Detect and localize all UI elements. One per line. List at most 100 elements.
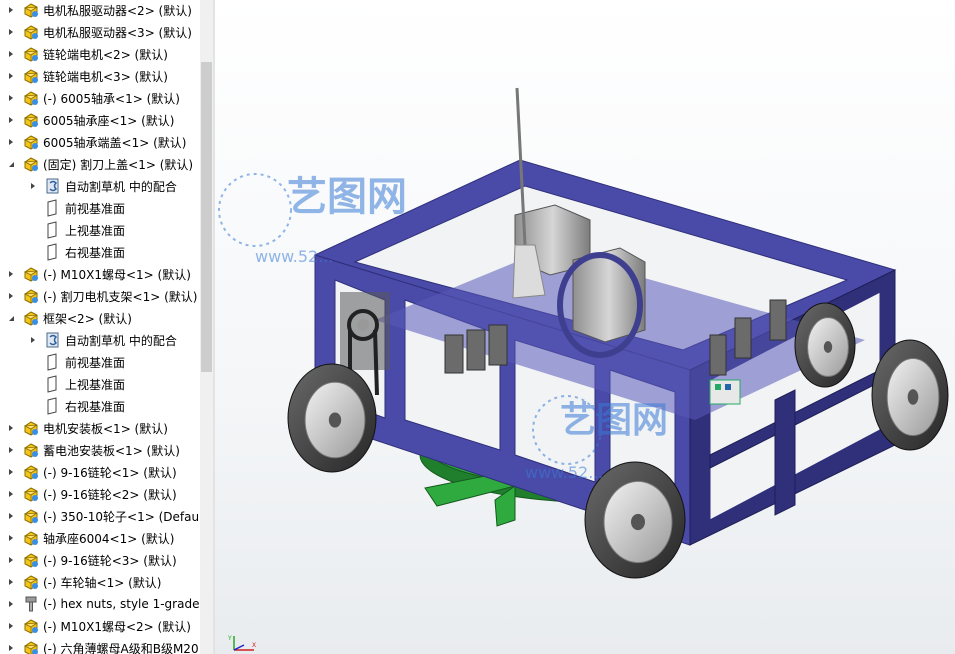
tree-item[interactable]: 6005轴承端盖<1> (默认) xyxy=(0,131,206,153)
chevron-right-icon[interactable] xyxy=(6,93,16,103)
tree-item-label: 蓄电池安装板<1> (默认) xyxy=(43,443,180,458)
chevron-right-icon[interactable] xyxy=(6,137,16,147)
plane-icon xyxy=(44,199,62,217)
tree-item[interactable]: 轴承座6004<1> (默认) xyxy=(0,527,206,549)
tree-item-label: (-) 350-10轮子<1> (Default xyxy=(43,509,206,524)
tree-item[interactable]: (-) 车轮轴<1> (默认) xyxy=(0,571,206,593)
tree-item-label: 电机安装板<1> (默认) xyxy=(43,421,168,436)
tree-item[interactable]: 电机安装板<1> (默认) xyxy=(0,417,206,439)
tree-item-label: 右视基准面 xyxy=(65,245,126,260)
chevron-right-icon[interactable] xyxy=(6,5,16,15)
tree-item[interactable]: (-) 割刀电机支架<1> (默认) xyxy=(0,285,206,307)
chevron-right-icon[interactable] xyxy=(6,445,16,455)
watermark-url: www.52... xyxy=(255,247,334,266)
part-icon xyxy=(22,573,40,591)
tree-item[interactable]: 电机私服驱动器<2> (默认) xyxy=(0,0,206,21)
tree-item[interactable]: (-) 6005轴承<1> (默认) xyxy=(0,87,206,109)
part-icon xyxy=(22,551,40,569)
chevron-right-icon[interactable] xyxy=(6,71,16,81)
tree-item[interactable]: 蓄电池安装板<1> (默认) xyxy=(0,439,206,461)
chevron-right-icon[interactable] xyxy=(6,511,16,521)
tree-item[interactable]: (-) hex nuts, style 1-grade xyxy=(0,593,206,615)
view-triad: Y X xyxy=(228,635,256,651)
chevron-right-icon[interactable] xyxy=(6,533,16,543)
chevron-right-icon[interactable] xyxy=(28,335,38,345)
chevron-right-icon[interactable] xyxy=(6,423,16,433)
chevron-right-icon[interactable] xyxy=(6,269,16,279)
part-icon xyxy=(22,507,40,525)
triad-x-label: X xyxy=(252,642,256,649)
watermark-url-2: www.52... xyxy=(525,463,604,482)
wheel[interactable] xyxy=(287,363,377,473)
watermark-brand: 艺图网 xyxy=(287,174,407,220)
tree-item-label: (-) 车轮轴<1> (默认) xyxy=(43,575,162,590)
chevron-right-icon[interactable] xyxy=(6,467,16,477)
chevron-right-icon[interactable] xyxy=(6,489,16,499)
wheel[interactable] xyxy=(794,302,856,388)
tree-scrollbar-thumb[interactable] xyxy=(201,62,212,372)
tree-item[interactable]: (-) 9-16链轮<3> (默认) xyxy=(0,549,206,571)
tree-item[interactable]: 右视基准面 xyxy=(0,241,213,263)
tree-item-label: (-) 9-16链轮<3> (默认) xyxy=(43,553,177,568)
tree-item[interactable]: 链轮端电机<3> (默认) xyxy=(0,65,206,87)
tree-item[interactable]: 上视基准面 xyxy=(0,373,213,395)
tree-item[interactable]: 自动割草机 中的配合 xyxy=(0,175,213,197)
mates-icon xyxy=(44,177,62,195)
chevron-down-icon[interactable] xyxy=(6,159,16,169)
chevron-right-icon[interactable] xyxy=(6,115,16,125)
wheel[interactable] xyxy=(871,339,949,451)
tree-item-label: 轴承座6004<1> (默认) xyxy=(43,531,175,546)
part-icon xyxy=(22,133,40,151)
part-icon xyxy=(22,23,40,41)
tree-item[interactable]: 自动割草机 中的配合 xyxy=(0,329,213,351)
tree-item[interactable]: 右视基准面 xyxy=(0,395,213,417)
part-icon xyxy=(22,45,40,63)
chevron-down-icon[interactable] xyxy=(6,313,16,323)
tree-item[interactable]: 前视基准面 xyxy=(0,197,213,219)
tree-item-label: 电机私服驱动器<2> (默认) xyxy=(43,3,192,18)
tree-item[interactable]: (-) 9-16链轮<1> (默认) xyxy=(0,461,206,483)
tree-scrollbar[interactable] xyxy=(200,0,213,654)
model-view: 艺图网 www.52... 艺图网 www.52... xyxy=(218,87,949,579)
chevron-right-icon[interactable] xyxy=(6,27,16,37)
chevron-right-icon[interactable] xyxy=(6,291,16,301)
tree-item-label: 前视基准面 xyxy=(65,355,126,370)
tree-item[interactable]: 上视基准面 xyxy=(0,219,213,241)
toolbox-bolt-icon xyxy=(22,595,40,613)
control-board xyxy=(709,379,741,405)
chevron-right-icon[interactable] xyxy=(6,49,16,59)
tree-item[interactable]: (-) 9-16链轮<2> (默认) xyxy=(0,483,206,505)
tree-item[interactable]: (-) M10X1螺母<1> (默认) xyxy=(0,263,206,285)
tree-item[interactable]: (固定) 割刀上盖<1> (默认) xyxy=(0,153,206,175)
chevron-right-icon[interactable] xyxy=(6,643,16,653)
chevron-right-icon[interactable] xyxy=(28,181,38,191)
tree-item[interactable]: 电机私服驱动器<3> (默认) xyxy=(0,21,206,43)
watermark-brand-2: 艺图网 xyxy=(560,400,668,441)
part-icon xyxy=(22,1,40,19)
feature-tree[interactable]: 电机私服驱动器<2> (默认) 电机私服驱动器<3> (默认) 链轮端电机<2> (… xyxy=(0,0,213,654)
part-icon xyxy=(22,287,40,305)
tree-item[interactable]: 框架<2> (默认) xyxy=(0,307,206,329)
tree-item[interactable]: (-) 350-10轮子<1> (Default xyxy=(0,505,206,527)
tree-item[interactable]: 6005轴承座<1> (默认) xyxy=(0,109,206,131)
tree-item[interactable]: (-) M10X1螺母<2> (默认) xyxy=(0,615,206,637)
tree-item-label: 链轮端电机<3> (默认) xyxy=(43,69,168,84)
tree-item[interactable]: 链轮端电机<2> (默认) xyxy=(0,43,206,65)
tree-item-label: 电机私服驱动器<3> (默认) xyxy=(43,25,192,40)
tree-item[interactable]: (-) 六角薄螺母A级和B级M20 xyxy=(0,637,206,654)
tree-item-label: (-) 6005轴承<1> (默认) xyxy=(43,91,180,106)
tree-item[interactable]: 前视基准面 xyxy=(0,351,213,373)
chevron-right-icon[interactable] xyxy=(6,577,16,587)
triad-y-label: Y xyxy=(228,635,232,642)
chevron-right-icon[interactable] xyxy=(6,555,16,565)
tree-item-label: (-) 9-16链轮<2> (默认) xyxy=(43,487,177,502)
tree-item-label: 自动割草机 中的配合 xyxy=(65,179,177,194)
tree-item-label: (-) 9-16链轮<1> (默认) xyxy=(43,465,177,480)
graphics-viewport[interactable]: 艺图网 www.52... 艺图网 www.52... xyxy=(215,0,955,654)
chevron-right-icon[interactable] xyxy=(6,599,16,609)
tree-item-label: 6005轴承座<1> (默认) xyxy=(43,113,175,128)
chevron-right-icon[interactable] xyxy=(6,621,16,631)
